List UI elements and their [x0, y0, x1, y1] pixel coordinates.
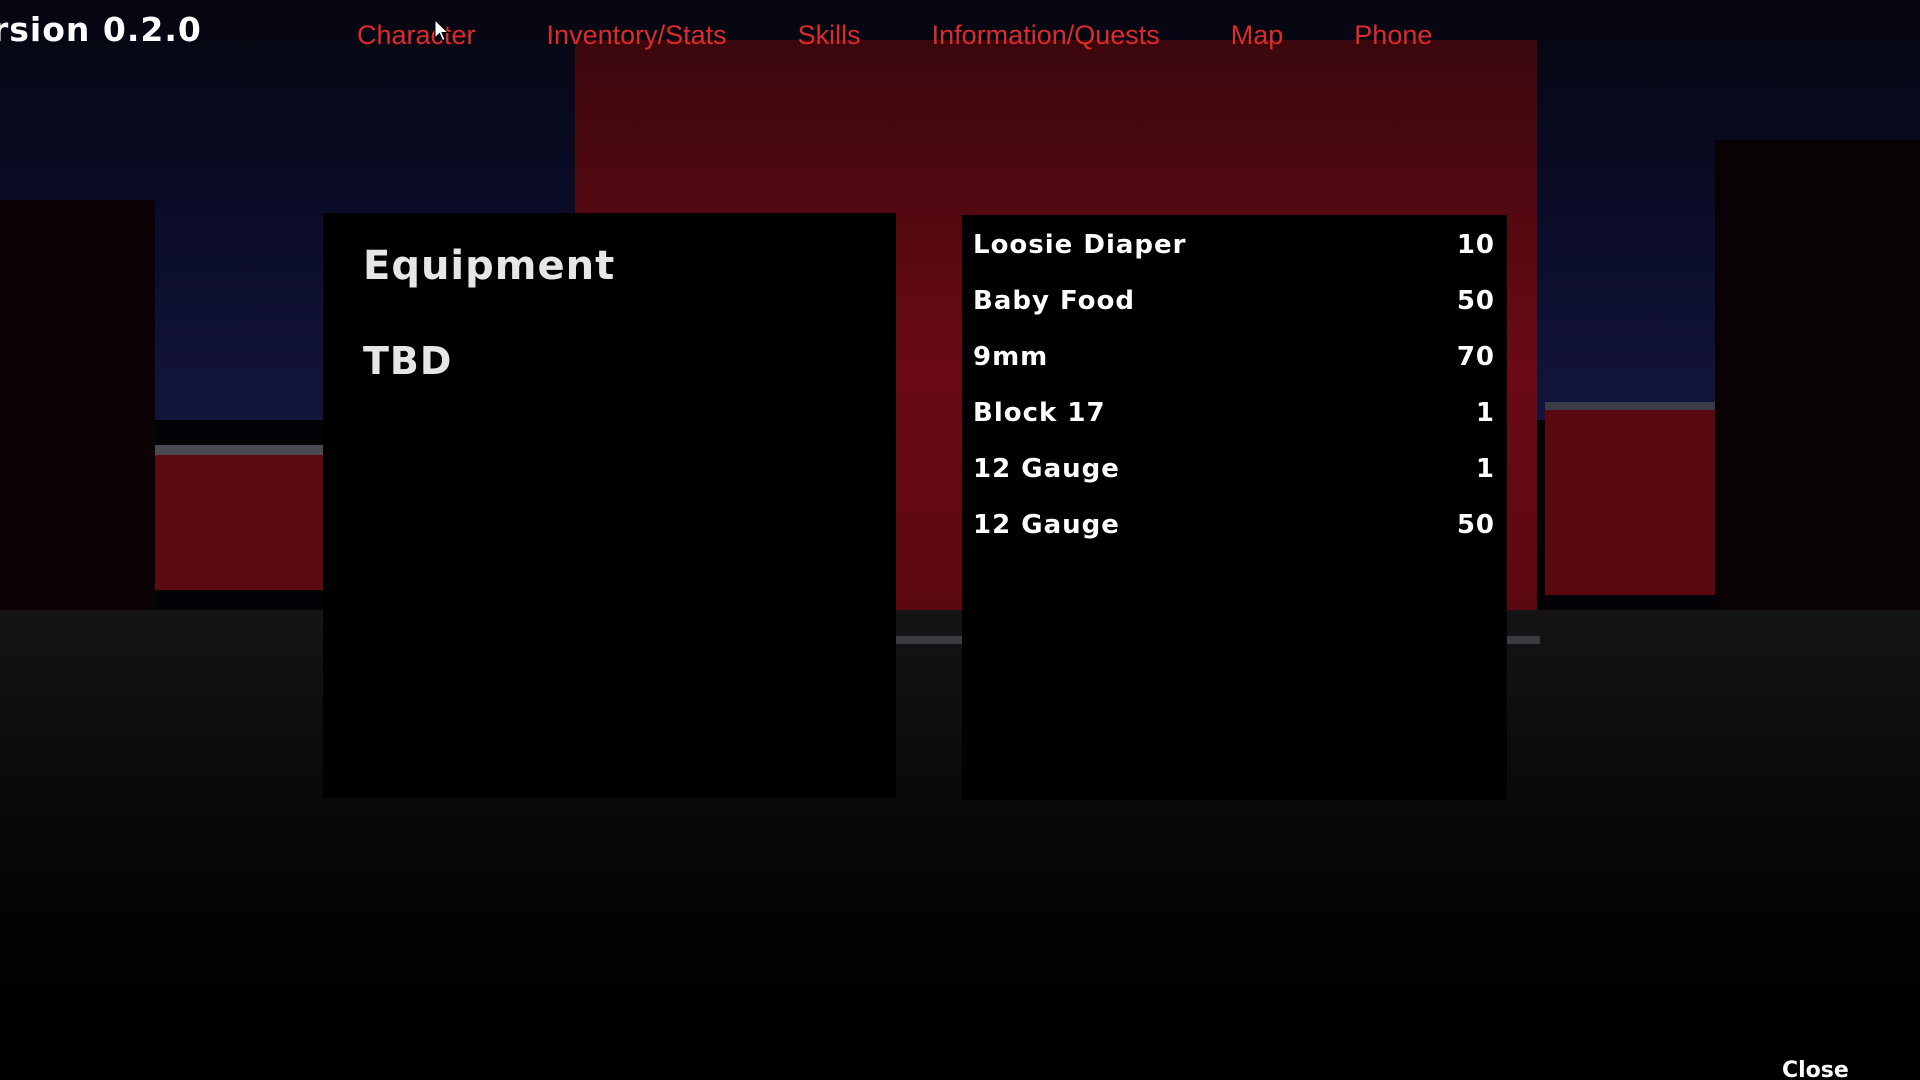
- inventory-item[interactable]: 12 Gauge 50: [973, 505, 1495, 545]
- tab-skills[interactable]: Skills: [798, 17, 861, 53]
- version-label: rsion 0.2.0: [0, 10, 202, 49]
- item-name: Baby Food: [973, 286, 1136, 316]
- tab-inventory-stats[interactable]: Inventory/Stats: [547, 17, 727, 53]
- inventory-item[interactable]: Baby Food 50: [973, 281, 1495, 321]
- inventory-item[interactable]: 12 Gauge 1: [973, 449, 1495, 489]
- game-scene: rsion 0.2.0 Character Inventory/Stats Sk…: [0, 0, 1920, 1080]
- background-wall-ledge-left: [155, 445, 325, 455]
- equipment-content: TBD: [363, 339, 453, 383]
- item-quantity: 50: [1456, 510, 1495, 540]
- equipment-panel: Equipment TBD: [323, 213, 896, 798]
- inventory-item[interactable]: 9mm 70: [973, 337, 1495, 377]
- close-button[interactable]: Close: [1782, 1058, 1849, 1080]
- inventory-item[interactable]: Block 17 1: [973, 393, 1495, 433]
- item-quantity: 50: [1456, 286, 1495, 316]
- background-ground: [0, 610, 1920, 1080]
- item-name: 12 Gauge: [973, 510, 1120, 540]
- inventory-item[interactable]: Loosie Diaper 10: [973, 225, 1495, 265]
- background-wall-ledge-right: [1545, 402, 1715, 410]
- inventory-panel: Loosie Diaper 10 Baby Food 50 9mm 70 Blo…: [962, 215, 1507, 800]
- item-quantity: 10: [1456, 230, 1495, 260]
- tab-map[interactable]: Map: [1231, 17, 1284, 53]
- item-name: Loosie Diaper: [973, 230, 1187, 260]
- tab-information-quests[interactable]: Information/Quests: [932, 17, 1160, 53]
- menu-tabs: Character Inventory/Stats Skills Informa…: [357, 17, 1432, 53]
- item-name: 12 Gauge: [973, 454, 1120, 484]
- background-red-wall-right: [1545, 405, 1715, 595]
- item-name: 9mm: [973, 342, 1049, 372]
- item-quantity: 1: [1475, 398, 1495, 428]
- item-quantity: 70: [1456, 342, 1495, 372]
- tab-phone[interactable]: Phone: [1354, 17, 1432, 53]
- equipment-title: Equipment: [363, 243, 616, 289]
- item-quantity: 1: [1475, 454, 1495, 484]
- item-name: Block 17: [973, 398, 1106, 428]
- background-red-wall-left: [155, 445, 325, 590]
- tab-character[interactable]: Character: [357, 17, 476, 53]
